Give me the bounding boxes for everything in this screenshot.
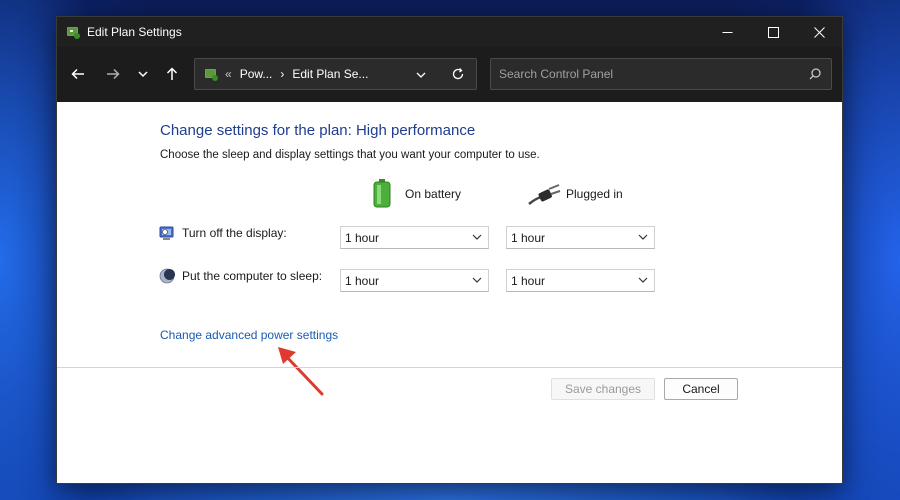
minimize-icon xyxy=(722,31,732,33)
power-plug-icon xyxy=(528,184,561,205)
annotation-arrow-icon xyxy=(278,347,324,396)
maximize-icon xyxy=(767,26,779,38)
refresh-button[interactable] xyxy=(451,67,465,84)
chevron-down-icon xyxy=(638,277,648,283)
power-options-icon xyxy=(67,27,80,39)
sleep-moon-icon xyxy=(159,268,175,284)
turn-off-display-row-label: Turn off the display: xyxy=(159,225,287,241)
main-content: Change settings for the plan: High perfo… xyxy=(57,102,842,483)
back-button[interactable] xyxy=(63,59,93,89)
plugged-in-label: Plugged in xyxy=(566,187,623,201)
title-bar: Edit Plan Settings xyxy=(57,17,842,47)
up-button[interactable] xyxy=(157,59,187,89)
breadcrumb-edit-plan-settings[interactable]: Edit Plan Se... xyxy=(292,67,368,81)
page-description: Choose the sleep and display settings th… xyxy=(160,149,540,161)
battery-icon xyxy=(373,179,391,208)
breadcrumb-overflow[interactable]: « xyxy=(225,67,232,81)
on-battery-label: On battery xyxy=(405,187,462,201)
turn-off-display-label: Turn off the display: xyxy=(182,226,287,240)
forward-button[interactable] xyxy=(98,59,128,89)
sleep-row-label: Put the computer to sleep: xyxy=(159,268,322,284)
search-button[interactable] xyxy=(809,68,821,83)
display-off-on-battery-value: 1 hour xyxy=(345,230,380,245)
arrow-up-icon xyxy=(166,67,178,80)
sleep-plugged-in-select[interactable]: 1 hour xyxy=(506,269,655,292)
display-off-plugged-in-select[interactable]: 1 hour xyxy=(506,226,655,249)
search-icon xyxy=(809,68,821,80)
display-off-plugged-in-value: 1 hour xyxy=(511,230,546,245)
sleep-plugged-in-value: 1 hour xyxy=(511,273,546,288)
cancel-button[interactable]: Cancel xyxy=(664,378,738,400)
breadcrumb-separator: › xyxy=(280,67,285,81)
chevron-down-icon xyxy=(138,71,148,78)
close-button[interactable] xyxy=(796,17,842,47)
arrow-right-icon xyxy=(107,68,120,80)
window-title: Edit Plan Settings xyxy=(87,25,182,39)
sleep-label: Put the computer to sleep: xyxy=(182,269,323,283)
display-icon xyxy=(159,226,174,240)
minimize-button[interactable] xyxy=(704,17,750,47)
maximize-button[interactable] xyxy=(750,17,796,47)
recent-locations-button[interactable] xyxy=(128,59,158,89)
address-bar[interactable]: « Pow... › Edit Plan Se... xyxy=(194,58,477,90)
arrow-left-icon xyxy=(71,68,84,80)
display-off-on-battery-select[interactable]: 1 hour xyxy=(340,226,489,249)
advanced-power-settings-link[interactable]: Change advanced power settings xyxy=(160,328,338,342)
page-title: Change settings for the plan: High perfo… xyxy=(160,122,476,139)
sleep-on-battery-select[interactable]: 1 hour xyxy=(340,269,489,292)
close-icon xyxy=(813,26,825,38)
save-changes-button[interactable]: Save changes xyxy=(551,378,655,400)
footer-divider xyxy=(57,367,842,368)
search-box[interactable]: Search Control Panel xyxy=(490,58,832,90)
power-options-icon xyxy=(205,69,218,81)
chevron-down-icon xyxy=(472,277,482,283)
address-dropdown-button[interactable] xyxy=(416,69,426,83)
sleep-on-battery-value: 1 hour xyxy=(345,273,380,288)
window-controls xyxy=(704,17,842,47)
search-input[interactable]: Search Control Panel xyxy=(499,67,613,81)
edit-plan-settings-window: Edit Plan Settings « Pow... › Edit Plan … xyxy=(56,16,843,484)
refresh-icon xyxy=(452,68,464,80)
chevron-down-icon xyxy=(638,234,648,240)
chevron-down-icon xyxy=(472,234,482,240)
breadcrumb-power-options[interactable]: Pow... xyxy=(240,67,273,81)
chevron-down-icon xyxy=(416,72,426,78)
